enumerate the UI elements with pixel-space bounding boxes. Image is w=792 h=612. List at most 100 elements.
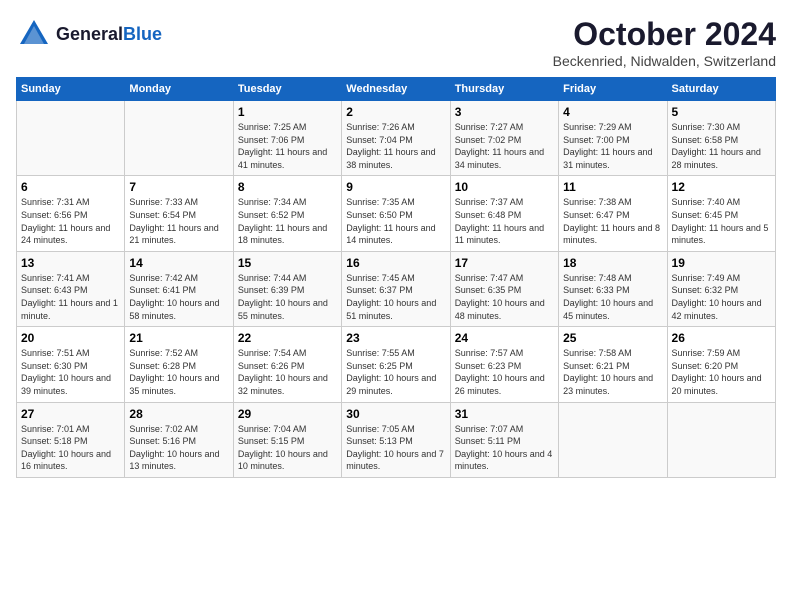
weekday-header-cell: Monday bbox=[125, 78, 233, 101]
logo: General Blue bbox=[16, 16, 162, 52]
calendar-day-cell: 12 Sunrise: 7:40 AM Sunset: 6:45 PM Dayli… bbox=[667, 176, 775, 251]
day-number: 28 bbox=[129, 407, 228, 421]
day-info: Sunrise: 7:55 AM Sunset: 6:25 PM Dayligh… bbox=[346, 347, 445, 397]
calendar-day-cell: 18 Sunrise: 7:48 AM Sunset: 6:33 PM Dayli… bbox=[559, 251, 667, 326]
calendar-day-cell: 29 Sunrise: 7:04 AM Sunset: 5:15 PM Dayli… bbox=[233, 402, 341, 477]
logo-text: General Blue bbox=[56, 24, 162, 45]
day-info: Sunrise: 7:25 AM Sunset: 7:06 PM Dayligh… bbox=[238, 121, 337, 171]
calendar-day-cell: 13Sunrise: 7:41 AM Sunset: 6:43 PM Dayli… bbox=[17, 251, 125, 326]
day-number: 23 bbox=[346, 331, 445, 345]
calendar-header: SundayMondayTuesdayWednesdayThursdayFrid… bbox=[17, 78, 776, 101]
day-number: 26 bbox=[672, 331, 771, 345]
weekday-header-row: SundayMondayTuesdayWednesdayThursdayFrid… bbox=[17, 78, 776, 101]
page-header: General Blue October 2024 Beckenried, Ni… bbox=[16, 16, 776, 69]
calendar-day-cell: 28 Sunrise: 7:02 AM Sunset: 5:16 PM Dayli… bbox=[125, 402, 233, 477]
day-number: 6 bbox=[21, 180, 120, 194]
calendar-week-row: 13Sunrise: 7:41 AM Sunset: 6:43 PM Dayli… bbox=[17, 251, 776, 326]
day-number: 10 bbox=[455, 180, 554, 194]
calendar-day-cell: 2 Sunrise: 7:26 AM Sunset: 7:04 PM Daylig… bbox=[342, 101, 450, 176]
day-info: Sunrise: 7:47 AM Sunset: 6:35 PM Dayligh… bbox=[455, 272, 554, 322]
day-info: Sunrise: 7:02 AM Sunset: 5:16 PM Dayligh… bbox=[129, 423, 228, 473]
day-info: Sunrise: 7:04 AM Sunset: 5:15 PM Dayligh… bbox=[238, 423, 337, 473]
day-info: Sunrise: 7:44 AM Sunset: 6:39 PM Dayligh… bbox=[238, 272, 337, 322]
weekday-header-cell: Tuesday bbox=[233, 78, 341, 101]
calendar-day-cell: 10 Sunrise: 7:37 AM Sunset: 6:48 PM Dayli… bbox=[450, 176, 558, 251]
calendar-day-cell: 3Sunrise: 7:27 AM Sunset: 7:02 PM Daylig… bbox=[450, 101, 558, 176]
day-info: Sunrise: 7:29 AM Sunset: 7:00 PM Dayligh… bbox=[563, 121, 662, 171]
day-info: Sunrise: 7:58 AM Sunset: 6:21 PM Dayligh… bbox=[563, 347, 662, 397]
calendar-day-cell: 20 Sunrise: 7:51 AM Sunset: 6:30 PM Dayli… bbox=[17, 327, 125, 402]
day-info: Sunrise: 7:40 AM Sunset: 6:45 PM Dayligh… bbox=[672, 196, 771, 246]
calendar-day-cell: 25 Sunrise: 7:58 AM Sunset: 6:21 PM Dayli… bbox=[559, 327, 667, 402]
day-info: Sunrise: 7:54 AM Sunset: 6:26 PM Dayligh… bbox=[238, 347, 337, 397]
calendar-day-cell: 30 Sunrise: 7:05 AM Sunset: 5:13 PM Dayli… bbox=[342, 402, 450, 477]
calendar-day-cell: 9 Sunrise: 7:35 AM Sunset: 6:50 PM Daylig… bbox=[342, 176, 450, 251]
day-number: 19 bbox=[672, 256, 771, 270]
day-number: 29 bbox=[238, 407, 337, 421]
day-info: Sunrise: 7:07 AM Sunset: 5:11 PM Dayligh… bbox=[455, 423, 554, 473]
day-number: 12 bbox=[672, 180, 771, 194]
calendar-day-cell: 1 Sunrise: 7:25 AM Sunset: 7:06 PM Daylig… bbox=[233, 101, 341, 176]
calendar-day-cell: 6 Sunrise: 7:31 AM Sunset: 6:56 PM Daylig… bbox=[17, 176, 125, 251]
day-info: Sunrise: 7:31 AM Sunset: 6:56 PM Dayligh… bbox=[21, 196, 120, 246]
day-info: Sunrise: 7:01 AM Sunset: 5:18 PM Dayligh… bbox=[21, 423, 120, 473]
day-info: Sunrise: 7:57 AM Sunset: 6:23 PM Dayligh… bbox=[455, 347, 554, 397]
day-number: 21 bbox=[129, 331, 228, 345]
calendar-day-cell bbox=[667, 402, 775, 477]
calendar-day-cell: 23 Sunrise: 7:55 AM Sunset: 6:25 PM Dayli… bbox=[342, 327, 450, 402]
day-info: Sunrise: 7:34 AM Sunset: 6:52 PM Dayligh… bbox=[238, 196, 337, 246]
day-number: 5 bbox=[672, 105, 771, 119]
logo-general: General bbox=[56, 24, 123, 45]
day-number: 7 bbox=[129, 180, 228, 194]
day-number: 1 bbox=[238, 105, 337, 119]
day-number: 9 bbox=[346, 180, 445, 194]
calendar-day-cell: 8Sunrise: 7:34 AM Sunset: 6:52 PM Daylig… bbox=[233, 176, 341, 251]
day-number: 2 bbox=[346, 105, 445, 119]
calendar-day-cell: 26 Sunrise: 7:59 AM Sunset: 6:20 PM Dayli… bbox=[667, 327, 775, 402]
month-title: October 2024 bbox=[553, 16, 776, 53]
day-info: Sunrise: 7:35 AM Sunset: 6:50 PM Dayligh… bbox=[346, 196, 445, 246]
calendar-week-row: 27Sunrise: 7:01 AM Sunset: 5:18 PM Dayli… bbox=[17, 402, 776, 477]
day-info: Sunrise: 7:59 AM Sunset: 6:20 PM Dayligh… bbox=[672, 347, 771, 397]
calendar-day-cell: 22 Sunrise: 7:54 AM Sunset: 6:26 PM Dayli… bbox=[233, 327, 341, 402]
day-info: Sunrise: 7:42 AM Sunset: 6:41 PM Dayligh… bbox=[129, 272, 228, 322]
day-info: Sunrise: 7:45 AM Sunset: 6:37 PM Dayligh… bbox=[346, 272, 445, 322]
title-block: October 2024 Beckenried, Nidwalden, Swit… bbox=[553, 16, 776, 69]
calendar-day-cell bbox=[125, 101, 233, 176]
day-info: Sunrise: 7:51 AM Sunset: 6:30 PM Dayligh… bbox=[21, 347, 120, 397]
day-number: 16 bbox=[346, 256, 445, 270]
day-info: Sunrise: 7:48 AM Sunset: 6:33 PM Dayligh… bbox=[563, 272, 662, 322]
logo-icon bbox=[16, 16, 52, 52]
day-number: 15 bbox=[238, 256, 337, 270]
day-number: 22 bbox=[238, 331, 337, 345]
day-info: Sunrise: 7:38 AM Sunset: 6:47 PM Dayligh… bbox=[563, 196, 662, 246]
location-title: Beckenried, Nidwalden, Switzerland bbox=[553, 53, 776, 69]
calendar-day-cell: 14 Sunrise: 7:42 AM Sunset: 6:41 PM Dayli… bbox=[125, 251, 233, 326]
day-info: Sunrise: 7:33 AM Sunset: 6:54 PM Dayligh… bbox=[129, 196, 228, 246]
calendar-day-cell: 16 Sunrise: 7:45 AM Sunset: 6:37 PM Dayli… bbox=[342, 251, 450, 326]
weekday-header-cell: Wednesday bbox=[342, 78, 450, 101]
day-number: 30 bbox=[346, 407, 445, 421]
calendar-day-cell: 4Sunrise: 7:29 AM Sunset: 7:00 PM Daylig… bbox=[559, 101, 667, 176]
day-number: 3 bbox=[455, 105, 554, 119]
day-info: Sunrise: 7:41 AM Sunset: 6:43 PM Dayligh… bbox=[21, 272, 120, 322]
calendar-week-row: 1 Sunrise: 7:25 AM Sunset: 7:06 PM Daylig… bbox=[17, 101, 776, 176]
day-number: 11 bbox=[563, 180, 662, 194]
day-info: Sunrise: 7:26 AM Sunset: 7:04 PM Dayligh… bbox=[346, 121, 445, 171]
day-info: Sunrise: 7:05 AM Sunset: 5:13 PM Dayligh… bbox=[346, 423, 445, 473]
calendar-day-cell: 17 Sunrise: 7:47 AM Sunset: 6:35 PM Dayli… bbox=[450, 251, 558, 326]
weekday-header-cell: Thursday bbox=[450, 78, 558, 101]
day-number: 18 bbox=[563, 256, 662, 270]
weekday-header-cell: Friday bbox=[559, 78, 667, 101]
weekday-header-cell: Saturday bbox=[667, 78, 775, 101]
calendar-day-cell bbox=[559, 402, 667, 477]
day-number: 14 bbox=[129, 256, 228, 270]
calendar-day-cell: 11 Sunrise: 7:38 AM Sunset: 6:47 PM Dayli… bbox=[559, 176, 667, 251]
calendar-body: 1 Sunrise: 7:25 AM Sunset: 7:06 PM Daylig… bbox=[17, 101, 776, 478]
day-number: 20 bbox=[21, 331, 120, 345]
day-info: Sunrise: 7:49 AM Sunset: 6:32 PM Dayligh… bbox=[672, 272, 771, 322]
day-number: 25 bbox=[563, 331, 662, 345]
day-number: 17 bbox=[455, 256, 554, 270]
calendar-day-cell: 27Sunrise: 7:01 AM Sunset: 5:18 PM Dayli… bbox=[17, 402, 125, 477]
day-info: Sunrise: 7:37 AM Sunset: 6:48 PM Dayligh… bbox=[455, 196, 554, 246]
